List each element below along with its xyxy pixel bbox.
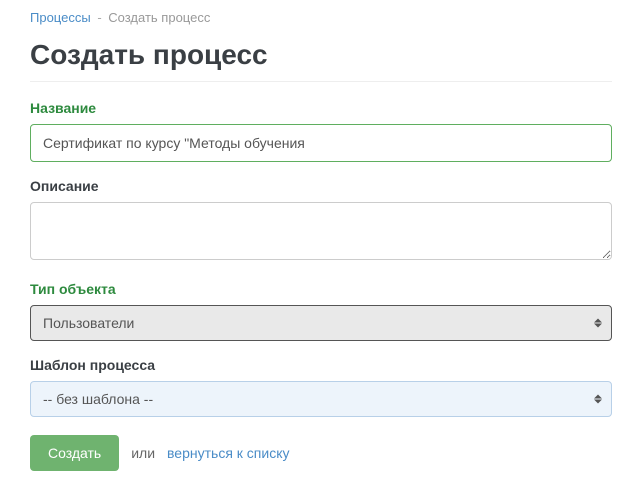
breadcrumb: Процессы - Создать процесс: [30, 10, 612, 25]
template-label: Шаблон процесса: [30, 357, 612, 373]
form-group-template: Шаблон процесса -- без шаблона --: [30, 357, 612, 417]
breadcrumb-current: Создать процесс: [108, 10, 210, 25]
page-title: Создать процесс: [30, 39, 612, 71]
breadcrumb-root-link[interactable]: Процессы: [30, 10, 91, 25]
object-type-label: Тип объекта: [30, 281, 612, 297]
submit-button[interactable]: Создать: [30, 435, 119, 471]
template-select-wrapper: -- без шаблона --: [30, 381, 612, 417]
or-text: или: [131, 445, 155, 461]
object-type-select-wrapper: Пользователи: [30, 305, 612, 341]
form-group-object-type: Тип объекта Пользователи: [30, 281, 612, 341]
form-group-name: Название: [30, 100, 612, 162]
description-textarea[interactable]: [30, 202, 612, 260]
form-group-description: Описание: [30, 178, 612, 265]
template-select[interactable]: -- без шаблона --: [30, 381, 612, 417]
breadcrumb-separator: -: [97, 10, 101, 25]
back-to-list-link[interactable]: вернуться к списку: [167, 445, 289, 461]
form-actions: Создать или вернуться к списку: [30, 435, 612, 471]
divider: [30, 81, 612, 82]
name-input[interactable]: [30, 124, 612, 162]
object-type-select[interactable]: Пользователи: [30, 305, 612, 341]
description-label: Описание: [30, 178, 612, 194]
name-label: Название: [30, 100, 612, 116]
